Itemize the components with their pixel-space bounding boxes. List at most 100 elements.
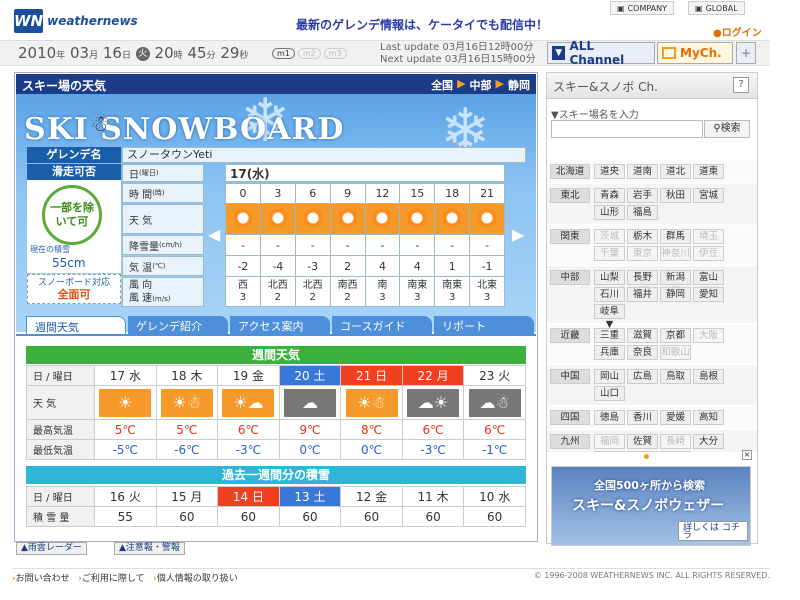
- area-link[interactable]: 岩手: [627, 188, 658, 203]
- region-name[interactable]: 近畿: [550, 328, 590, 343]
- area-link[interactable]: 島根: [693, 369, 724, 384]
- tab-weekly[interactable]: 週間天気: [26, 316, 126, 334]
- weekly-icon-wrap: ☁: [280, 388, 341, 418]
- area-link[interactable]: 山口: [594, 386, 625, 401]
- region-name[interactable]: 東北: [550, 188, 590, 203]
- region-name[interactable]: 中国: [550, 369, 590, 384]
- area-link[interactable]: 道東: [693, 164, 724, 179]
- area-link[interactable]: 大分: [693, 434, 724, 449]
- ski-weather-ad[interactable]: 全国500ヶ所から検索 スキー&スノボウェザー 詳しくは コチラ: [551, 466, 751, 546]
- area-link[interactable]: 佐賀: [627, 434, 658, 449]
- area-link[interactable]: 奈良: [627, 345, 658, 360]
- pill-m3[interactable]: m3: [323, 48, 347, 59]
- company-link[interactable]: ▣ COMPANY: [610, 1, 675, 15]
- rain-radar-button[interactable]: ▲雨雲レーダー: [16, 542, 87, 555]
- chevron-down-icon: ▼: [552, 46, 566, 60]
- region-name[interactable]: 関東: [550, 229, 590, 244]
- mych-button[interactable]: MyCh.: [657, 42, 733, 64]
- region-name[interactable]: 中部: [550, 270, 590, 285]
- area-link[interactable]: 秋田: [660, 188, 691, 203]
- search-button[interactable]: ⚲検索: [704, 120, 750, 138]
- resort-search-input[interactable]: [551, 120, 703, 138]
- hour-cell: 9: [329, 183, 366, 204]
- area-link[interactable]: 道南: [627, 164, 658, 179]
- area-link[interactable]: 京都: [660, 328, 691, 343]
- area-link[interactable]: 宮城: [693, 188, 724, 203]
- hour-cell: 21: [469, 183, 505, 204]
- tab-course[interactable]: コースガイド: [332, 316, 432, 334]
- sunny-snow-icon: ☀☃: [160, 388, 213, 417]
- tab-bar: 週間天気 ゲレンデ紹介 アクセス案内 コースガイド リポート: [26, 316, 534, 334]
- region-row: 九州福岡佐賀長崎大分熊本宮崎鹿児島: [547, 430, 757, 452]
- area-link[interactable]: 石川: [594, 287, 625, 302]
- breadcrumb-shizuoka[interactable]: 静岡: [508, 77, 530, 93]
- mobile-promo-link[interactable]: 最新のゲレンデ情報は、ケータイでも配信中！: [296, 16, 548, 33]
- area-link[interactable]: 富山: [693, 270, 724, 285]
- area-link[interactable]: 道北: [660, 164, 691, 179]
- tab-gelande[interactable]: ゲレンデ紹介: [128, 316, 228, 334]
- wind-cell: 北西 2: [294, 276, 331, 307]
- area-link[interactable]: 福島: [627, 205, 658, 220]
- help-button[interactable]: ?: [733, 77, 749, 93]
- area-link[interactable]: 三重: [594, 328, 625, 343]
- region-name[interactable]: 九州: [550, 434, 590, 449]
- area-link[interactable]: 鳥取: [660, 369, 691, 384]
- warning-button[interactable]: ▲注意報・警報: [114, 542, 185, 555]
- area-link[interactable]: 道央: [594, 164, 625, 179]
- footer-link-label: 個人情報の取り扱い: [156, 574, 238, 584]
- tab-report[interactable]: リポート: [434, 316, 534, 334]
- area-link[interactable]: 福井: [627, 287, 658, 302]
- pill-m2[interactable]: m2: [297, 48, 321, 59]
- next-arrow-icon[interactable]: ▶: [512, 225, 524, 244]
- past-day-label: 日 / 曜日: [26, 486, 95, 507]
- temp-cell: 4: [364, 255, 401, 277]
- login-link[interactable]: ●ログイン: [713, 24, 762, 39]
- region-name[interactable]: 四国: [550, 410, 590, 425]
- area-link[interactable]: 愛媛: [660, 410, 691, 425]
- area-link[interactable]: 長野 ▼: [627, 270, 658, 296]
- weekly-weather-cell: ☁☀: [401, 385, 465, 420]
- area-link[interactable]: 山形: [594, 205, 625, 220]
- weekly-day-label: 日 / 曜日: [26, 365, 95, 386]
- wind-speed: 3: [483, 291, 491, 303]
- area-link[interactable]: 栃木: [627, 229, 658, 244]
- pill-m1[interactable]: m1: [272, 48, 295, 59]
- area-link: 熊本: [594, 451, 625, 452]
- breadcrumb-national[interactable]: 全国: [431, 77, 453, 93]
- past-day-cell: 11 木: [401, 486, 465, 507]
- area-link[interactable]: 岐阜 ▼: [594, 304, 625, 330]
- area-link[interactable]: 香川: [627, 410, 658, 425]
- area-link[interactable]: 山梨: [594, 270, 625, 285]
- area-link[interactable]: 青森: [594, 188, 625, 203]
- all-channel-button[interactable]: ▼ ALL Channel: [547, 39, 655, 67]
- close-icon[interactable]: ×: [742, 450, 752, 460]
- area-link[interactable]: 愛知: [693, 287, 724, 302]
- global-link[interactable]: ▣ GLOBAL: [688, 1, 745, 15]
- weekly-weather-cell: ☀☃: [155, 385, 219, 420]
- tab-access[interactable]: アクセス案内: [230, 316, 330, 334]
- area-link[interactable]: 岡山: [594, 369, 625, 384]
- area-link: 長崎: [660, 434, 691, 449]
- breadcrumb-chubu[interactable]: 中部: [470, 77, 492, 93]
- area-link[interactable]: 徳島: [594, 410, 625, 425]
- region-name[interactable]: 北海道: [550, 164, 590, 179]
- add-channel-button[interactable]: +: [736, 42, 756, 64]
- logo[interactable]: WN weathernews: [14, 8, 138, 34]
- prev-arrow-icon[interactable]: ◀: [208, 225, 220, 244]
- area-link[interactable]: 群馬: [660, 229, 691, 244]
- hour-cell: 18: [434, 183, 471, 204]
- snowfall-cell: -: [294, 234, 331, 256]
- area-link[interactable]: 新潟 ▼: [660, 270, 691, 296]
- area-link[interactable]: 宮崎: [627, 451, 658, 452]
- ad-details-button[interactable]: 詳しくは コチラ: [678, 521, 748, 541]
- area-link[interactable]: 兵庫: [594, 345, 625, 360]
- footer-link-contact[interactable]: ›お問い合わせ: [12, 574, 70, 584]
- area-link[interactable]: 広島: [627, 369, 658, 384]
- weekly-min-cell: 0℃: [340, 439, 403, 460]
- footer-link-privacy[interactable]: ›個人情報の取り扱い: [153, 574, 238, 584]
- area-link[interactable]: 高知: [693, 410, 724, 425]
- footer-link-terms[interactable]: ›ご利用に際して: [78, 574, 144, 584]
- snowboard-value: 全面可: [57, 288, 91, 301]
- area-link[interactable]: 静岡: [660, 287, 691, 302]
- area-link[interactable]: 滋賀: [627, 328, 658, 343]
